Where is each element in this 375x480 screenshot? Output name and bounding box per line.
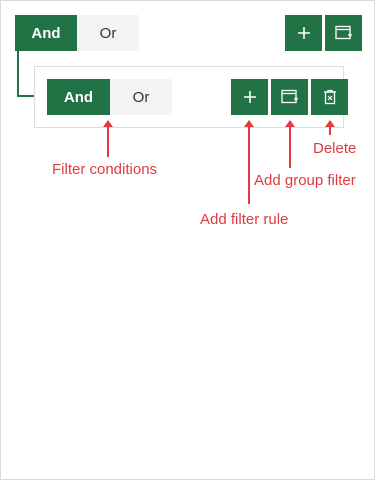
top-add-group-button[interactable] <box>325 15 362 51</box>
nested-and-button[interactable]: And <box>47 79 110 115</box>
plus-icon <box>243 91 256 103</box>
add-group-filter-annotation: Add group filter <box>254 172 356 189</box>
filter-conditions-arrow <box>103 120 113 157</box>
top-add-rule-button[interactable] <box>285 15 322 51</box>
nested-add-group-button[interactable] <box>271 79 308 115</box>
nested-or-button[interactable]: Or <box>110 79 172 115</box>
nested-add-rule-button[interactable] <box>231 79 268 115</box>
plus-icon <box>297 27 310 39</box>
add-filter-rule-arrow <box>244 120 254 204</box>
filter-panel: And Or And Or Filter conditions Delete A… <box>0 0 375 480</box>
add-group-icon <box>334 25 352 40</box>
add-group-filter-arrow <box>285 120 295 168</box>
delete-icon <box>323 89 336 105</box>
delete-annotation: Delete <box>313 140 357 157</box>
top-and-button[interactable]: And <box>15 15 77 51</box>
nested-delete-button[interactable] <box>311 79 348 115</box>
top-or-button[interactable]: Or <box>77 15 139 51</box>
delete-arrow <box>325 120 335 135</box>
add-group-icon <box>280 89 298 104</box>
add-filter-rule-annotation: Add filter rule <box>200 211 289 228</box>
filter-conditions-annotation: Filter conditions <box>52 161 158 178</box>
